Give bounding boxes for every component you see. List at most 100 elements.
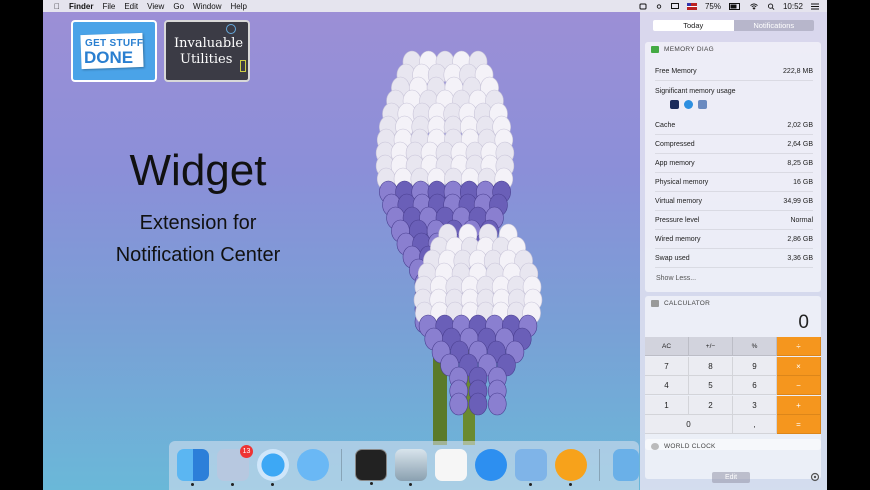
calc-key-9[interactable]: 9 (733, 356, 777, 376)
memory-row-value: 2,02 GB (787, 122, 813, 129)
dock-separator (599, 449, 600, 481)
menu-file[interactable]: File (102, 2, 115, 11)
memory-row: Physical memory 16 GB (655, 173, 813, 192)
display-icon[interactable] (670, 2, 679, 10)
calc-key-divide[interactable]: ÷ (777, 337, 821, 356)
calc-key-equals[interactable]: = (777, 415, 821, 434)
tab-notifications[interactable]: Notifications (733, 20, 814, 31)
calc-key-4[interactable]: 4 (645, 376, 689, 395)
brightness-icon[interactable] (655, 3, 663, 10)
running-indicator (569, 483, 572, 486)
calc-key-multiply[interactable]: × (777, 356, 821, 376)
memory-row-label: App memory (655, 160, 695, 167)
running-indicator (370, 482, 373, 485)
wifi-icon[interactable] (749, 2, 759, 10)
calc-key-decimal[interactable]: , (733, 415, 777, 434)
menu-window[interactable]: Window (193, 2, 221, 11)
downloads-folder-dock-icon[interactable] (613, 449, 639, 481)
promo-title: Widget (129, 146, 267, 195)
calculator-widget-header: CALCULATOR (645, 296, 821, 310)
messages-dock-icon[interactable] (297, 449, 329, 481)
memory-row: Cache 2,02 GB (655, 116, 813, 135)
memory-row: App memory 8,25 GB (655, 154, 813, 173)
calc-key-sign[interactable]: +/− (689, 337, 733, 356)
media-player-dock-icon[interactable] (555, 449, 587, 486)
calc-key-2[interactable]: 2 (689, 395, 733, 415)
lightbulb-icon (226, 24, 236, 34)
world-clock-widget-title: WORLD CLOCK (664, 442, 716, 450)
menu-edit[interactable]: Edit (124, 2, 138, 11)
calc-key-6[interactable]: 6 (733, 376, 777, 395)
finder-dock-icon[interactable] (177, 449, 209, 486)
calc-key-clear[interactable]: AC (645, 337, 689, 356)
invaluable-utilities-app-icon[interactable]: Invaluable Utilities (164, 20, 250, 82)
clock-icon (651, 442, 659, 450)
safari-app-icon[interactable] (684, 100, 693, 109)
tab-today[interactable]: Today (653, 20, 734, 31)
iu-label-line1: Invaluable (174, 36, 244, 51)
memory-row-value: 8,25 GB (787, 160, 813, 167)
preview-app-icon[interactable] (698, 100, 707, 109)
calculator-display: 0 (798, 312, 809, 333)
menu-app-name[interactable]: Finder (69, 2, 93, 11)
flag-icon[interactable] (686, 2, 697, 10)
clock-time[interactable]: 10:52 (783, 2, 803, 11)
menu-go[interactable]: Go (173, 2, 184, 11)
battery-percent: 75% (704, 1, 721, 11)
promo-subtitle-line2: Notification Center (115, 244, 281, 266)
preview-dock-icon[interactable] (395, 449, 427, 486)
apple-menu-icon[interactable]:  (54, 2, 60, 11)
photoshop-app-icon[interactable] (670, 100, 679, 109)
memory-row-value: 3,36 GB (787, 255, 813, 262)
memory-diag-widget: MEMORY DIAG Free Memory 222,8 MB Signifi… (645, 42, 821, 292)
show-less-link[interactable]: Show Less... (656, 275, 696, 282)
desktop:  Finder File Edit View Go Window Help 7… (43, 0, 827, 490)
calc-key-7[interactable]: 7 (645, 356, 689, 376)
memory-row: Wired memory 2,86 GB (655, 230, 813, 249)
safari-dock-icon[interactable] (257, 449, 289, 486)
significant-apps (670, 100, 707, 109)
xcode-dock-icon[interactable] (515, 449, 547, 486)
memory-row: Compressed 2,64 GB (655, 135, 813, 154)
dock: 13 (169, 441, 639, 490)
notification-center-panel: Today Notifications MEMORY DIAG Free Mem… (640, 12, 827, 490)
calc-key-3[interactable]: 3 (733, 395, 777, 415)
textedit-dock-icon[interactable] (435, 449, 467, 481)
promo-subtitle-line1: Extension for (139, 212, 257, 234)
memory-row-value: 2,64 GB (787, 141, 813, 148)
memory-row-value: 222,8 MB (783, 68, 813, 75)
menu-help[interactable]: Help (230, 2, 246, 11)
gear-icon[interactable] (810, 472, 820, 482)
app-store-dock-icon[interactable] (475, 449, 507, 481)
memory-row-label: Free Memory (655, 68, 697, 75)
notification-center-icon[interactable] (811, 3, 819, 10)
calc-key-percent[interactable]: % (733, 337, 777, 356)
memory-chip-icon (651, 45, 659, 53)
battery-icon[interactable] (728, 2, 741, 10)
mail-dock-icon[interactable]: 13 (217, 445, 253, 486)
memory-row-label: Physical memory (655, 179, 709, 186)
memory-row-label: Wired memory (655, 236, 701, 243)
flower-petal (449, 392, 469, 416)
calc-key-1[interactable]: 1 (645, 395, 689, 415)
memory-widget-header: MEMORY DIAG (645, 42, 821, 56)
get-stuff-done-app-icon[interactable]: GET STUFF DONE (71, 20, 157, 82)
memory-row-label: Compressed (655, 141, 695, 148)
calc-key-5[interactable]: 5 (689, 376, 733, 395)
edit-widgets-button[interactable]: Edit (712, 472, 750, 483)
menu-view[interactable]: View (147, 2, 164, 11)
running-indicator (529, 483, 532, 486)
calc-key-8[interactable]: 8 (689, 356, 733, 376)
iu-label-line2: Utilities (180, 52, 233, 67)
calc-key-minus[interactable]: − (777, 376, 821, 395)
calc-key-plus[interactable]: + (777, 395, 821, 415)
spotlight-search-icon[interactable] (767, 2, 775, 10)
terminal-dock-icon[interactable] (355, 449, 387, 485)
memory-row-label: Pressure level (655, 217, 700, 224)
memory-diag-status-icon[interactable] (639, 3, 647, 10)
calc-key-0[interactable]: 0 (645, 415, 733, 434)
flower-petal (487, 392, 507, 416)
status-area: 75% 10:52 (639, 0, 819, 12)
memory-row-label: Swap used (655, 255, 690, 262)
running-indicator (191, 483, 194, 486)
